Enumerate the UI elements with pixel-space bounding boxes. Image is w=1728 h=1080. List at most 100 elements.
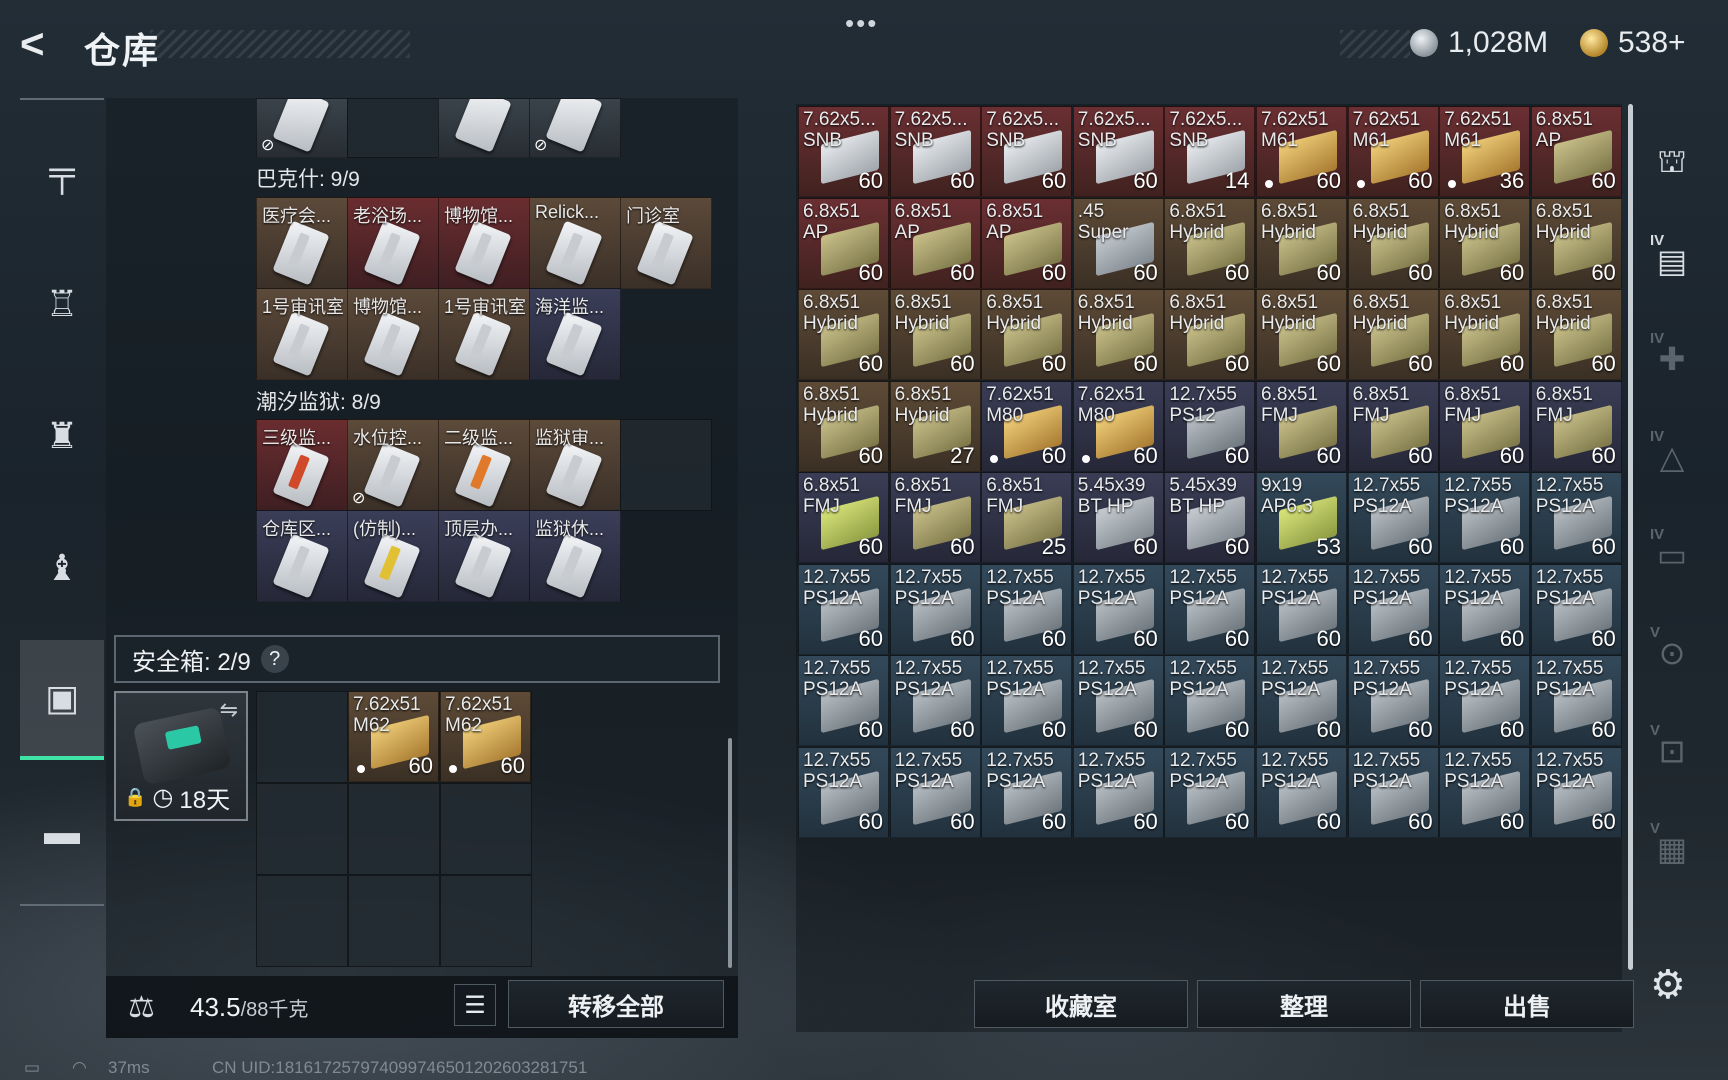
stash-tab-1[interactable]: ⛫ xyxy=(1642,128,1702,198)
keycard-item[interactable]: Relick... xyxy=(529,197,621,289)
ammo-item[interactable]: 6.8x51 FMJ 60 xyxy=(798,472,889,563)
keycard-item[interactable]: 1号审讯室 xyxy=(256,288,348,380)
sidebar-item-toolbox[interactable]: ▬ xyxy=(20,772,104,892)
keycard-item[interactable]: 医疗会... xyxy=(256,197,348,289)
ammo-item[interactable]: 12.7x55 PS12A 60 xyxy=(1164,655,1256,746)
back-button[interactable]: < xyxy=(20,23,60,65)
ammo-item[interactable]: 7.62x5... SNB 60 xyxy=(889,106,981,197)
ammo-item[interactable]: 6.8x51 Hybrid 60 xyxy=(1164,289,1256,380)
ammo-item[interactable]: 12.7x55 PS12A 60 xyxy=(981,746,1073,838)
ammo-item[interactable]: 9x19 AP6.3 53 xyxy=(1256,472,1347,563)
ammo-item[interactable]: 6.8x51 FMJ 60 xyxy=(889,472,981,563)
keycard-item[interactable]: 博物馆... xyxy=(438,197,530,289)
ammo-item[interactable]: 6.8x51 Hybrid 60 xyxy=(981,289,1073,380)
ammo-item[interactable]: 6.8x51 Hybrid 60 xyxy=(1347,289,1439,380)
stash-tab-2[interactable]: ▤ IV xyxy=(1642,226,1702,296)
ammo-item[interactable]: 12.7x55 PS12A 60 xyxy=(1072,655,1164,746)
ammo-item[interactable]: 6.8x51 AP 60 xyxy=(889,197,981,289)
ammo-item[interactable]: 6.8x51 Hybrid 60 xyxy=(1256,197,1347,289)
ammo-item[interactable]: 6.8x51 Hybrid 60 xyxy=(889,289,981,380)
ammo-item[interactable]: 6.8x51 Hybrid 60 xyxy=(1072,289,1164,380)
ammo-item[interactable]: 6.8x51 Hybrid 60 xyxy=(1164,197,1256,289)
collection-room-button[interactable]: 收藏室 xyxy=(974,980,1188,1028)
sidebar-item-armor[interactable]: ♖ xyxy=(20,244,104,364)
keycard-item[interactable]: 水位控... ⊘ xyxy=(347,419,439,511)
ammo-item[interactable]: 7.62x5... SNB 14 xyxy=(1164,106,1256,197)
ammo-item[interactable]: 12.7x55 PS12A 60 xyxy=(1439,746,1531,838)
ammo-item[interactable]: 12.7x55 PS12A 60 xyxy=(1347,472,1439,563)
ammo-item[interactable]: 6.8x51 Hybrid 60 xyxy=(1530,289,1622,380)
keycard-item[interactable]: ⊘ xyxy=(529,98,621,158)
ammo-item[interactable]: 7.62x51 M62 60 xyxy=(348,691,439,782)
keycard-item[interactable]: 监狱审... xyxy=(529,419,621,511)
list-view-button[interactable]: ☰ xyxy=(454,984,496,1026)
currency-silver[interactable]: 1,028M xyxy=(1410,26,1548,60)
ammo-item[interactable]: 7.62x5... SNB 60 xyxy=(798,106,889,197)
ammo-item[interactable]: 12.7x55 PS12A 60 xyxy=(1072,563,1164,655)
ammo-item[interactable]: 7.62x51 M80 60 xyxy=(981,380,1073,472)
ammo-item[interactable]: 12.7x55 PS12A 60 xyxy=(1256,563,1347,655)
ammo-item[interactable]: 12.7x55 PS12A 60 xyxy=(798,746,889,838)
ammo-item[interactable]: 12.7x55 PS12A 60 xyxy=(1347,746,1439,838)
ammo-item[interactable]: 12.7x55 PS12A 60 xyxy=(1530,655,1622,746)
ammo-item[interactable]: 6.8x51 FMJ 60 xyxy=(1439,380,1531,472)
ammo-item[interactable]: 12.7x55 PS12A 60 xyxy=(1164,563,1256,655)
keycard-item[interactable]: 仓库区... xyxy=(256,510,348,602)
ammo-item[interactable]: 7.62x5... SNB 60 xyxy=(1072,106,1164,197)
ammo-item[interactable]: 12.7x55 PS12A 60 xyxy=(889,655,981,746)
stash-tab-7[interactable]: ⊡ V xyxy=(1642,716,1702,786)
sidebar-item-gear[interactable]: ♝ xyxy=(20,508,104,628)
currency-gold[interactable]: 538+ xyxy=(1580,26,1686,60)
ammo-item[interactable]: 6.8x51 AP 60 xyxy=(1530,106,1622,197)
sidebar-item-backpack[interactable]: ♜ xyxy=(20,376,104,496)
ammo-item[interactable]: 12.7x55 PS12A 60 xyxy=(981,563,1073,655)
sell-button[interactable]: 出售 xyxy=(1420,980,1634,1028)
ammo-item[interactable]: 12.7x55 PS12A 60 xyxy=(1072,746,1164,838)
stash-tab-6[interactable]: ⊙ V xyxy=(1642,618,1702,688)
ammo-item[interactable]: 12.7x55 PS12A 60 xyxy=(1439,563,1531,655)
keycard-item[interactable]: 1号审讯室 xyxy=(438,288,530,380)
ammo-item[interactable]: 6.8x51 Hybrid 60 xyxy=(1439,289,1531,380)
stash-tab-3[interactable]: ✚ IV xyxy=(1642,324,1702,394)
ammo-item[interactable]: 7.62x5... SNB 60 xyxy=(981,106,1073,197)
ammo-item[interactable]: 5.45x39 BT HP 60 xyxy=(1072,472,1164,563)
ammo-item[interactable]: 6.8x51 Hybrid 60 xyxy=(1530,197,1622,289)
ammo-item[interactable]: 6.8x51 Hybrid 60 xyxy=(798,380,889,472)
ammo-item[interactable]: 6.8x51 Hybrid 60 xyxy=(1256,289,1347,380)
keycard-item[interactable]: 海洋监... xyxy=(529,288,621,380)
ammo-item[interactable]: 7.62x51 M61 60 xyxy=(1256,106,1347,197)
settings-gear-icon[interactable]: ⚙ xyxy=(1650,962,1686,1008)
keycard-item[interactable]: 博物馆... xyxy=(347,288,439,380)
ammo-item[interactable]: 12.7x55 PS12A 60 xyxy=(798,655,889,746)
stash-scrollbar[interactable] xyxy=(1628,104,1633,970)
ammo-item[interactable]: 6.8x51 Hybrid 27 xyxy=(889,380,981,472)
ammo-item[interactable]: 6.8x51 AP 60 xyxy=(798,197,889,289)
keycard-item[interactable]: 门诊室 xyxy=(620,197,712,289)
ammo-item[interactable]: 7.62x51 M80 60 xyxy=(1072,380,1164,472)
keycard-item[interactable]: 监狱休... xyxy=(529,510,621,602)
safebox-slot[interactable]: ⇋ 🔒 ◷ 18天 xyxy=(114,691,248,821)
ammo-item[interactable]: 12.7x55 PS12A 60 xyxy=(798,563,889,655)
ammo-item[interactable]: 6.8x51 AP 60 xyxy=(981,197,1073,289)
ammo-item[interactable]: 12.7x55 PS12A 60 xyxy=(981,655,1073,746)
ammo-item[interactable]: 12.7x55 PS12A 60 xyxy=(1164,746,1256,838)
ammo-item[interactable]: 12.7x55 PS12A 60 xyxy=(889,563,981,655)
ammo-item[interactable]: 7.62x51 M61 36 xyxy=(1439,106,1531,197)
keycard-item[interactable]: 老浴场... xyxy=(347,197,439,289)
ammo-item[interactable]: 12.7x55 PS12A 60 xyxy=(1256,655,1347,746)
ammo-item[interactable]: 6.8x51 FMJ 60 xyxy=(1256,380,1347,472)
ammo-item[interactable]: 12.7x55 PS12A 60 xyxy=(1530,746,1622,838)
ammo-item[interactable]: 12.7x55 PS12A 60 xyxy=(1439,472,1531,563)
swap-icon[interactable]: ⇋ xyxy=(220,697,238,723)
ammo-item[interactable]: 12.7x55 PS12A 60 xyxy=(1347,655,1439,746)
ammo-item[interactable]: 5.45x39 BT HP 60 xyxy=(1164,472,1256,563)
keycard-item[interactable]: 三级监... xyxy=(256,419,348,511)
ammo-item[interactable]: 12.7x55 PS12A 60 xyxy=(1347,563,1439,655)
keycard-item[interactable]: 顶层办... xyxy=(438,510,530,602)
keycard-item[interactable]: 二级监... xyxy=(438,419,530,511)
sort-button[interactable]: 整理 xyxy=(1197,980,1411,1028)
ammo-item[interactable]: 6.8x51 FMJ 60 xyxy=(1347,380,1439,472)
ammo-item[interactable]: 12.7x55 PS12 60 xyxy=(1164,380,1256,472)
sidebar-item-weapons[interactable]: ╤ xyxy=(20,112,104,232)
stash-tab-5[interactable]: ▭ IV xyxy=(1642,520,1702,590)
